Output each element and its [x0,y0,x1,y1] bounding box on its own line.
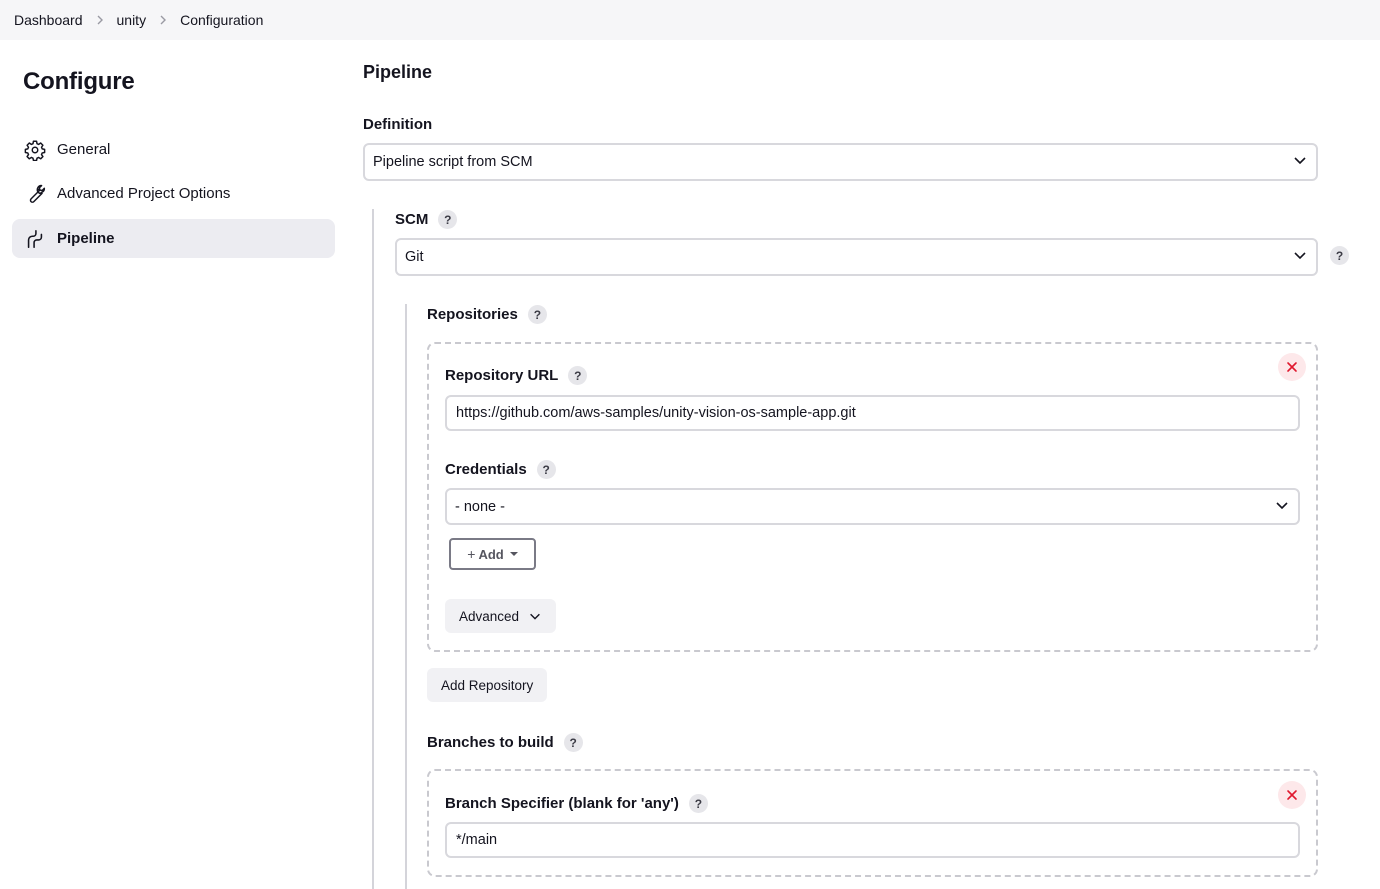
section-title-pipeline: Pipeline [363,62,433,82]
plus-icon: + [467,546,476,562]
credentials-select[interactable]: - none - [445,488,1300,525]
sidebar-item-label: Advanced Project Options [57,185,231,202]
caret-down-icon [509,552,518,556]
definition-select[interactable]: Pipeline script from SCM [363,143,1318,181]
repositories-label: Repositories ? [427,305,547,324]
repository-url-label: Repository URL ? [445,366,588,385]
advanced-button[interactable]: Advanced [445,599,557,633]
credentials-label: Credentials ? [445,460,556,479]
help-icon[interactable]: ? [527,305,547,324]
chevron-down-icon [1292,247,1308,267]
chevron-right-icon [146,15,180,25]
breadcrumb: Dashboard unity Configuration [0,0,1380,40]
add-credentials-button[interactable]: + Add [449,538,536,570]
definition-label: Definition [363,116,433,133]
pipeline-icon [24,228,46,250]
chevron-down-icon [1274,497,1290,517]
branch-specifier-label: Branch Specifier (blank for 'any') ? [445,794,708,813]
page-title: Configure [23,68,135,95]
wrench-icon [24,183,46,205]
help-icon[interactable]: ? [688,794,708,813]
breadcrumb-unity[interactable]: unity [117,12,147,28]
help-icon[interactable]: ? [1330,246,1349,265]
add-button-label: Add [478,546,504,562]
help-icon[interactable]: ? [536,460,556,479]
add-repository-label: Add Repository [441,677,534,693]
sidebar-item-advanced-project-options[interactable]: Advanced Project Options [12,174,335,213]
branch-specifier-value: */main [456,832,498,848]
advanced-button-label: Advanced [459,608,520,624]
breadcrumb-dashboard[interactable]: Dashboard [14,12,83,28]
credentials-select-value: - none - [455,498,505,515]
scm-label: SCM ? [395,210,458,229]
help-icon[interactable]: ? [438,210,458,229]
close-icon [1287,790,1297,800]
help-icon[interactable]: ? [568,366,588,385]
chevron-down-icon [530,613,540,620]
remove-repository-button[interactable] [1278,353,1306,381]
close-icon [1287,362,1297,372]
definition-select-value: Pipeline script from SCM [373,154,533,170]
scm-select-value: Git [405,249,424,265]
remove-branch-button[interactable] [1278,781,1306,809]
repository-url-value: https://github.com/aws-samples/unity-vis… [456,405,856,421]
sidebar-item-label: Pipeline [57,230,115,247]
nested-border-line [372,209,374,889]
help-icon[interactable]: ? [563,733,583,752]
breadcrumb-configuration[interactable]: Configuration [180,12,263,28]
sidebar-item-label: General [57,141,111,158]
sidebar-item-pipeline[interactable]: Pipeline [12,219,335,258]
branches-to-build-label: Branches to build ? [427,733,583,752]
repository-url-input[interactable]: https://github.com/aws-samples/unity-vis… [445,395,1300,431]
add-repository-button[interactable]: Add Repository [427,668,548,702]
sidebar-item-general[interactable]: General [12,130,335,169]
chevron-down-icon [1292,152,1308,172]
scm-select[interactable]: Git [395,238,1318,276]
gear-icon [24,139,46,161]
chevron-right-icon [83,15,117,25]
branch-specifier-input[interactable]: */main [445,822,1300,858]
nested-border-line [405,304,407,889]
